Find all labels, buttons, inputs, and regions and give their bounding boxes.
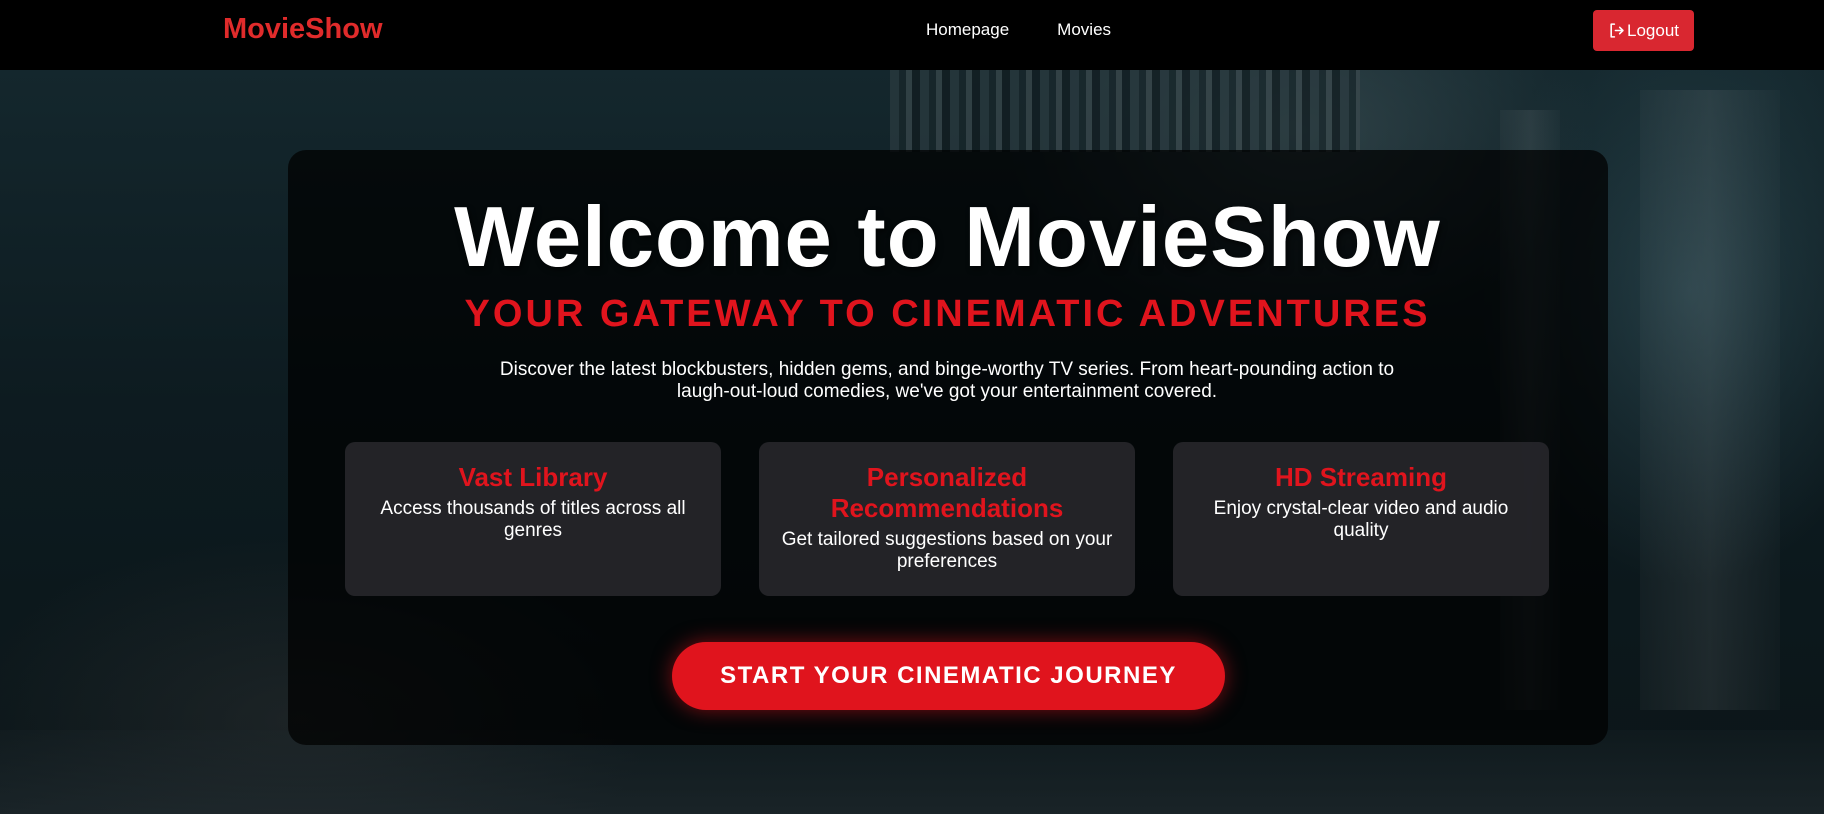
feature-card-personalized-recommendations: Personalized Recommendations Get tailore…: [759, 442, 1135, 596]
feature-text: Get tailored suggestions based on your p…: [781, 529, 1113, 572]
feature-card-vast-library: Vast Library Access thousands of titles …: [345, 442, 721, 596]
feature-card-hd-streaming: HD Streaming Enjoy crystal-clear video a…: [1173, 442, 1549, 596]
navbar: MovieShow Homepage Movies Logout: [0, 0, 1824, 70]
feature-title: Vast Library: [458, 462, 608, 492]
nav-link-homepage[interactable]: Homepage: [926, 20, 1009, 40]
background-shelf: [890, 70, 1360, 152]
hero-subtitle: YOUR GATEWAY TO CINEMATIC ADVENTURES: [464, 293, 1431, 335]
nav-links: Homepage Movies: [926, 20, 1111, 40]
feature-text: Enjoy crystal-clear video and audio qual…: [1213, 498, 1509, 541]
features-row: Vast Library Access thousands of titles …: [345, 442, 1550, 596]
logout-label: Logout: [1627, 20, 1679, 40]
logout-icon: [1608, 22, 1625, 39]
page: MovieShow Homepage Movies Logout Welcome…: [0, 0, 1824, 814]
hero-title: Welcome to MovieShow: [454, 190, 1441, 285]
start-journey-button[interactable]: START YOUR CINEMATIC JOURNEY: [672, 642, 1225, 710]
feature-text: Access thousands of titles across all ge…: [380, 498, 686, 541]
logout-button[interactable]: Logout: [1593, 10, 1694, 51]
nav-link-movies[interactable]: Movies: [1057, 20, 1111, 40]
hero-description: Discover the latest blockbusters, hidden…: [499, 359, 1395, 402]
brand-logo[interactable]: MovieShow: [223, 13, 383, 46]
feature-title: HD Streaming: [1275, 462, 1447, 492]
background-window: [1640, 90, 1780, 710]
feature-title: Personalized Recommendations: [830, 462, 1064, 523]
